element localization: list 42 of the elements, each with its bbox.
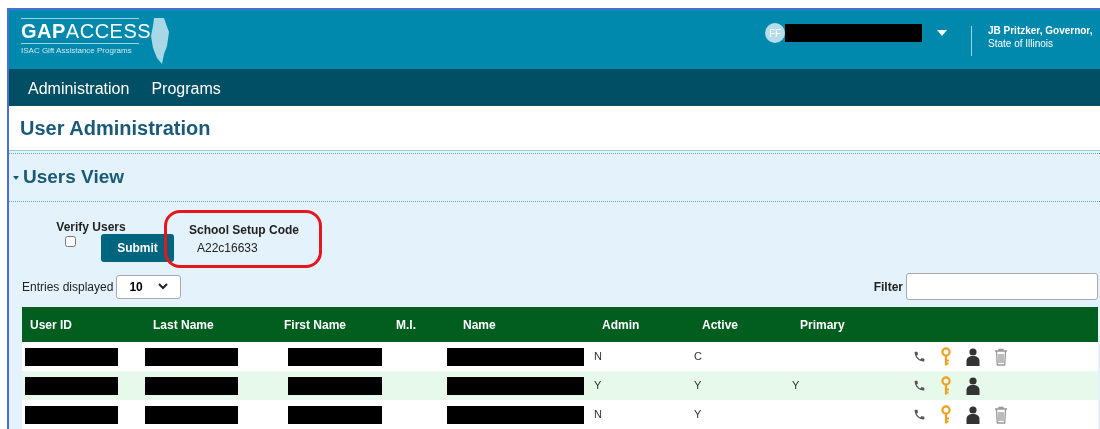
entries-label: Entries displayed xyxy=(22,278,114,296)
person-icon[interactable] xyxy=(966,347,980,366)
phone-icon[interactable] xyxy=(913,408,926,421)
table-cell-text: Y xyxy=(594,378,603,394)
column-header[interactable]: Active xyxy=(694,315,792,334)
column-header[interactable]: Name xyxy=(455,315,594,334)
submit-button[interactable]: Submit xyxy=(101,234,174,262)
caret-icon[interactable] xyxy=(13,175,19,180)
table-cell-text: C xyxy=(694,349,703,365)
logo[interactable]: GAPACCESS ISAC Gift Assistance Programs xyxy=(21,18,172,66)
column-header[interactable]: Admin xyxy=(594,315,694,334)
verify-users-label: Verify Users xyxy=(56,219,126,236)
chevron-icon xyxy=(158,283,169,290)
column-header[interactable]: First Name xyxy=(276,315,388,334)
caret-icon[interactable] xyxy=(937,30,947,36)
trash-icon[interactable] xyxy=(994,405,1008,424)
verify-checkbox[interactable] xyxy=(65,236,76,247)
column-header[interactable]: M.I. xyxy=(388,315,455,334)
person-icon[interactable] xyxy=(966,376,980,395)
person-icon[interactable] xyxy=(966,405,980,424)
entries-select[interactable]: 10 xyxy=(116,274,182,299)
table-cell-text: Y xyxy=(792,378,801,394)
setup-code-value: A22c16633 xyxy=(197,240,259,257)
nav-link[interactable]: Administration xyxy=(28,76,130,101)
setup-code-label: School Setup Code xyxy=(189,222,300,239)
table-cell-text: N xyxy=(594,349,603,365)
column-header[interactable]: Primary xyxy=(792,315,907,334)
table-cell-text: N xyxy=(594,407,603,423)
trash-icon[interactable] xyxy=(994,347,1008,366)
nav-link[interactable]: Programs xyxy=(151,76,221,101)
table-cell-text: Y xyxy=(694,407,703,423)
governor-name: JB Pritzker, Governor, xyxy=(988,24,1094,37)
section-header[interactable]: Users View xyxy=(9,153,1100,202)
phone-icon[interactable] xyxy=(913,350,926,363)
page-title: User Administration xyxy=(19,116,212,142)
phone-icon[interactable] xyxy=(913,379,926,392)
column-header[interactable]: Last Name xyxy=(145,315,276,334)
state-name: State of Illinois xyxy=(988,37,1055,50)
table-cell-text: Y xyxy=(694,378,703,394)
filter-field[interactable] xyxy=(906,273,1098,300)
filter-label: Filter xyxy=(873,278,903,296)
column-header[interactable]: User ID xyxy=(22,315,145,334)
